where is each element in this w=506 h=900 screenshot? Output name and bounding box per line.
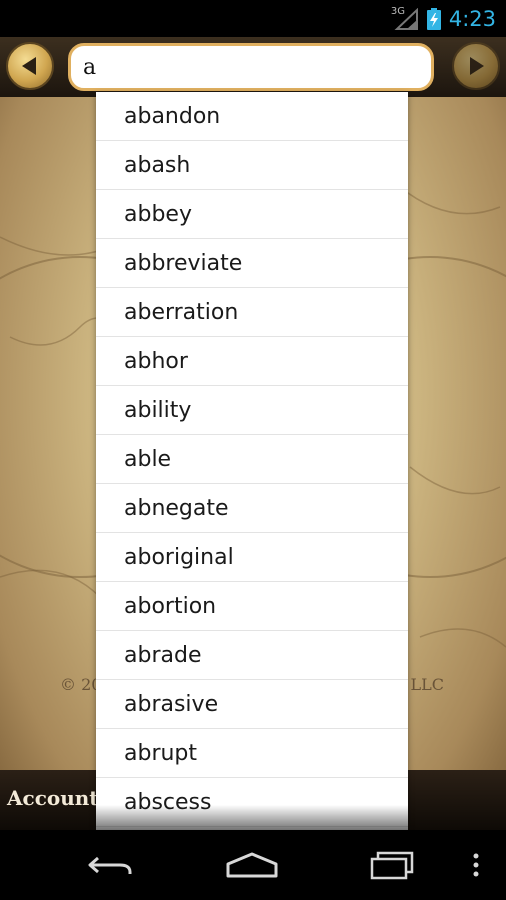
nav-recents-button[interactable]: [368, 846, 418, 884]
overflow-menu-icon: [473, 853, 479, 877]
suggestion-item[interactable]: abscess: [96, 778, 408, 827]
suggestion-item[interactable]: abbey: [96, 190, 408, 239]
autocomplete-dropdown: abandon abash abbey abbreviate aberratio…: [96, 92, 408, 830]
suggestion-item[interactable]: able: [96, 435, 408, 484]
clock: 4:23: [448, 6, 496, 31]
nav-home-button[interactable]: [224, 846, 280, 884]
suggestion-item[interactable]: ability: [96, 386, 408, 435]
status-icons: 3G 4:23: [390, 0, 496, 37]
suggestion-item[interactable]: abrupt: [96, 729, 408, 778]
back-button[interactable]: [6, 42, 54, 90]
status-bar: 3G 4:23: [0, 0, 506, 37]
suggestion-item[interactable]: abash: [96, 141, 408, 190]
network-type: 3G: [390, 5, 405, 17]
back-icon: [88, 856, 132, 874]
suggestion-item[interactable]: abandon: [96, 92, 408, 141]
suggestion-item[interactable]: abrasive: [96, 680, 408, 729]
search-input[interactable]: [83, 54, 419, 80]
right-arrow-icon: [470, 57, 484, 75]
copyright-right: LLC: [410, 675, 445, 694]
suggestion-item[interactable]: aberration: [96, 288, 408, 337]
forward-button[interactable]: [452, 42, 500, 90]
nav-menu-button[interactable]: [466, 846, 486, 884]
left-arrow-icon: [22, 57, 36, 75]
search-field[interactable]: [68, 43, 434, 91]
search-toolbar: [0, 37, 506, 97]
suggestion-item[interactable]: abhor: [96, 337, 408, 386]
nav-back-button[interactable]: [86, 846, 136, 884]
signal-icon: 3G: [390, 5, 419, 30]
battery-icon: [426, 7, 441, 30]
recents-icon: [370, 851, 414, 880]
system-nav-bar: [0, 830, 506, 900]
home-icon: [226, 852, 278, 878]
suggestion-item[interactable]: aboriginal: [96, 533, 408, 582]
suggestion-item[interactable]: abortion: [96, 582, 408, 631]
suggestion-item[interactable]: abnegate: [96, 484, 408, 533]
suggestion-item[interactable]: abrade: [96, 631, 408, 680]
account-link[interactable]: Account: [7, 786, 99, 810]
suggestion-item[interactable]: abbreviate: [96, 239, 408, 288]
